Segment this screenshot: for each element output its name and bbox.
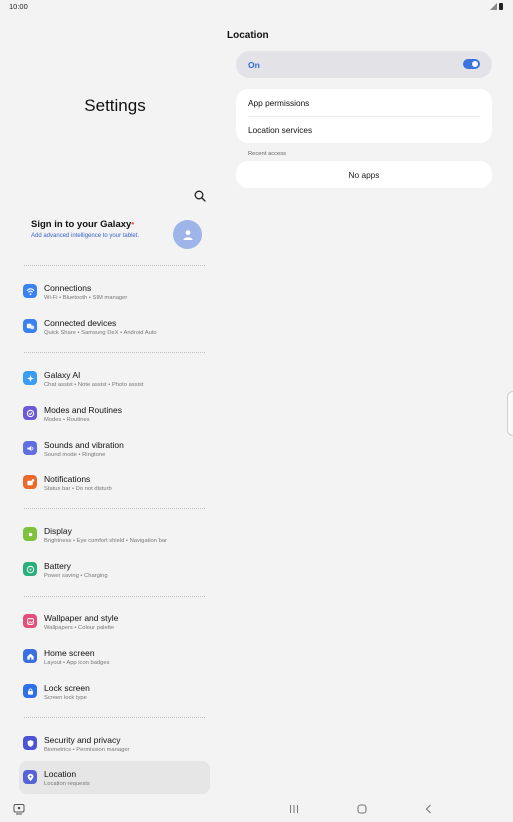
recent-apps-icon[interactable]: [289, 803, 299, 815]
home-button-icon[interactable]: [356, 803, 368, 815]
no-apps-text: No apps: [348, 170, 380, 180]
sidebar-item-connections[interactable]: Connections Wi-Fi • Bluetooth • SIM mana…: [19, 275, 210, 308]
sidebar-item-label: Connected devices: [44, 318, 117, 328]
sidebar-item-label: Galaxy AI: [44, 370, 81, 380]
location-icon: [23, 770, 37, 784]
location-options-card: App permissions Location services: [236, 89, 492, 143]
sidebar-item-label: Home screen: [44, 648, 95, 658]
location-toggle[interactable]: [463, 59, 480, 69]
account-title: Sign in to your Galaxy: [31, 219, 132, 230]
sidebar-item-security-and-privacy[interactable]: Security and privacy Biometrics • Permis…: [19, 727, 210, 760]
navigation-bar: [0, 800, 513, 822]
divider: [24, 508, 205, 509]
search-icon[interactable]: [193, 189, 207, 203]
person-icon: [183, 229, 192, 240]
sidebar-item-home-screen[interactable]: Home screen Layout • App icon badges: [19, 640, 210, 673]
sidebar-item-sublabel: Quick Share • Samsung DeX • Android Auto: [44, 330, 157, 336]
sidebar-item-sublabel: Wi-Fi • Bluetooth • SIM manager: [44, 295, 128, 301]
lock-icon: [23, 684, 37, 698]
battery-status-icon: [499, 3, 503, 10]
sidebar-item-label: Modes and Routines: [44, 405, 122, 415]
sidebar-item-label: Display: [44, 526, 72, 536]
status-icons: [490, 3, 503, 10]
location-switch-label: On: [248, 60, 260, 70]
recent-access-header: Recent access: [248, 151, 287, 157]
status-time: 10:00: [9, 2, 28, 11]
divider: [24, 352, 205, 353]
modes-icon: [23, 406, 37, 420]
recent-access-card: No apps: [236, 161, 492, 188]
wifi-icon: [23, 284, 37, 298]
sidebar-item-sublabel: Location requests: [44, 781, 90, 787]
signal-icon: [490, 3, 497, 10]
sidebar-item-sublabel: Wallpapers • Colour palette: [44, 625, 115, 631]
shield-icon: [23, 736, 37, 750]
sidebar-item-label: Location: [44, 769, 77, 779]
sidebar-item-wallpaper-and-style[interactable]: Wallpaper and style Wallpapers • Colour …: [19, 605, 210, 638]
notification-icon: [23, 475, 37, 489]
divider: [248, 116, 480, 117]
sidebar-item-display[interactable]: Display Brightness • Eye comfort shield …: [19, 518, 210, 551]
location-title: Location: [227, 30, 269, 41]
sidebar-item-modes-and-routines[interactable]: Modes and Routines Modes • Routines: [19, 397, 210, 430]
sidebar-item-sublabel: Status bar • Do not disturb: [44, 486, 112, 492]
galaxy-ai-icon: [23, 371, 37, 385]
taskbar-apps-icon[interactable]: [13, 803, 25, 815]
location-services-item[interactable]: Location services: [248, 125, 312, 135]
sidebar-item-label: Lock screen: [44, 683, 90, 693]
sidebar-item-connected-devices[interactable]: Connected devices Quick Share • Samsung …: [19, 310, 210, 343]
sidebar-item-sublabel: Brightness • Eye comfort shield • Naviga…: [44, 538, 167, 544]
sidebar-item-sublabel: Layout • App icon badges: [44, 660, 110, 666]
app-permissions-item[interactable]: App permissions: [248, 98, 309, 108]
home-icon: [23, 649, 37, 663]
sound-icon: [23, 441, 37, 455]
sidebar-item-label: Notifications: [44, 474, 91, 484]
edge-panel-handle[interactable]: [507, 391, 513, 436]
sidebar-item-sublabel: Power saving • Charging: [44, 573, 108, 579]
notification-dot: •: [131, 219, 135, 228]
page-title: Settings: [84, 96, 146, 115]
wallpaper-icon: [23, 614, 37, 628]
back-icon[interactable]: [424, 803, 434, 815]
divider: [24, 596, 205, 597]
sidebar-item-label: Wallpaper and style: [44, 613, 119, 623]
sidebar-item-battery[interactable]: Battery Power saving • Charging: [19, 553, 210, 586]
display-icon: [23, 527, 37, 541]
sidebar-item-label: Battery: [44, 561, 71, 571]
status-bar: 10:00: [0, 0, 513, 14]
sidebar-item-sublabel: Modes • Routines: [44, 417, 90, 423]
sidebar-item-label: Security and privacy: [44, 735, 121, 745]
toggle-knob: [472, 61, 478, 67]
sidebar-item-sounds-and-vibration[interactable]: Sounds and vibration Sound mode • Ringto…: [19, 432, 210, 465]
divider: [24, 265, 205, 266]
location-master-switch[interactable]: On: [236, 51, 492, 78]
connected-devices-icon: [23, 319, 37, 333]
sidebar-item-sublabel: Biometrics • Permission manager: [44, 747, 130, 753]
sidebar-item-label: Connections: [44, 283, 92, 293]
sidebar-item-sublabel: Screen lock type: [44, 695, 87, 701]
sidebar-item-lock-screen[interactable]: Lock screen Screen lock type: [19, 675, 210, 708]
sidebar-item-sublabel: Chat assist • Note assist • Photo assist: [44, 382, 144, 388]
battery-icon: [23, 562, 37, 576]
sidebar-item-galaxy-ai[interactable]: Galaxy AI Chat assist • Note assist • Ph…: [19, 362, 210, 395]
divider: [24, 717, 205, 718]
sidebar-item-location[interactable]: Location Location requests: [19, 761, 210, 794]
sidebar-item-label: Sounds and vibration: [44, 440, 124, 450]
sidebar-item-sublabel: Sound mode • Ringtone: [44, 452, 106, 458]
avatar[interactable]: [173, 220, 202, 249]
sidebar-item-notifications[interactable]: Notifications Status bar • Do not distur…: [19, 466, 210, 499]
